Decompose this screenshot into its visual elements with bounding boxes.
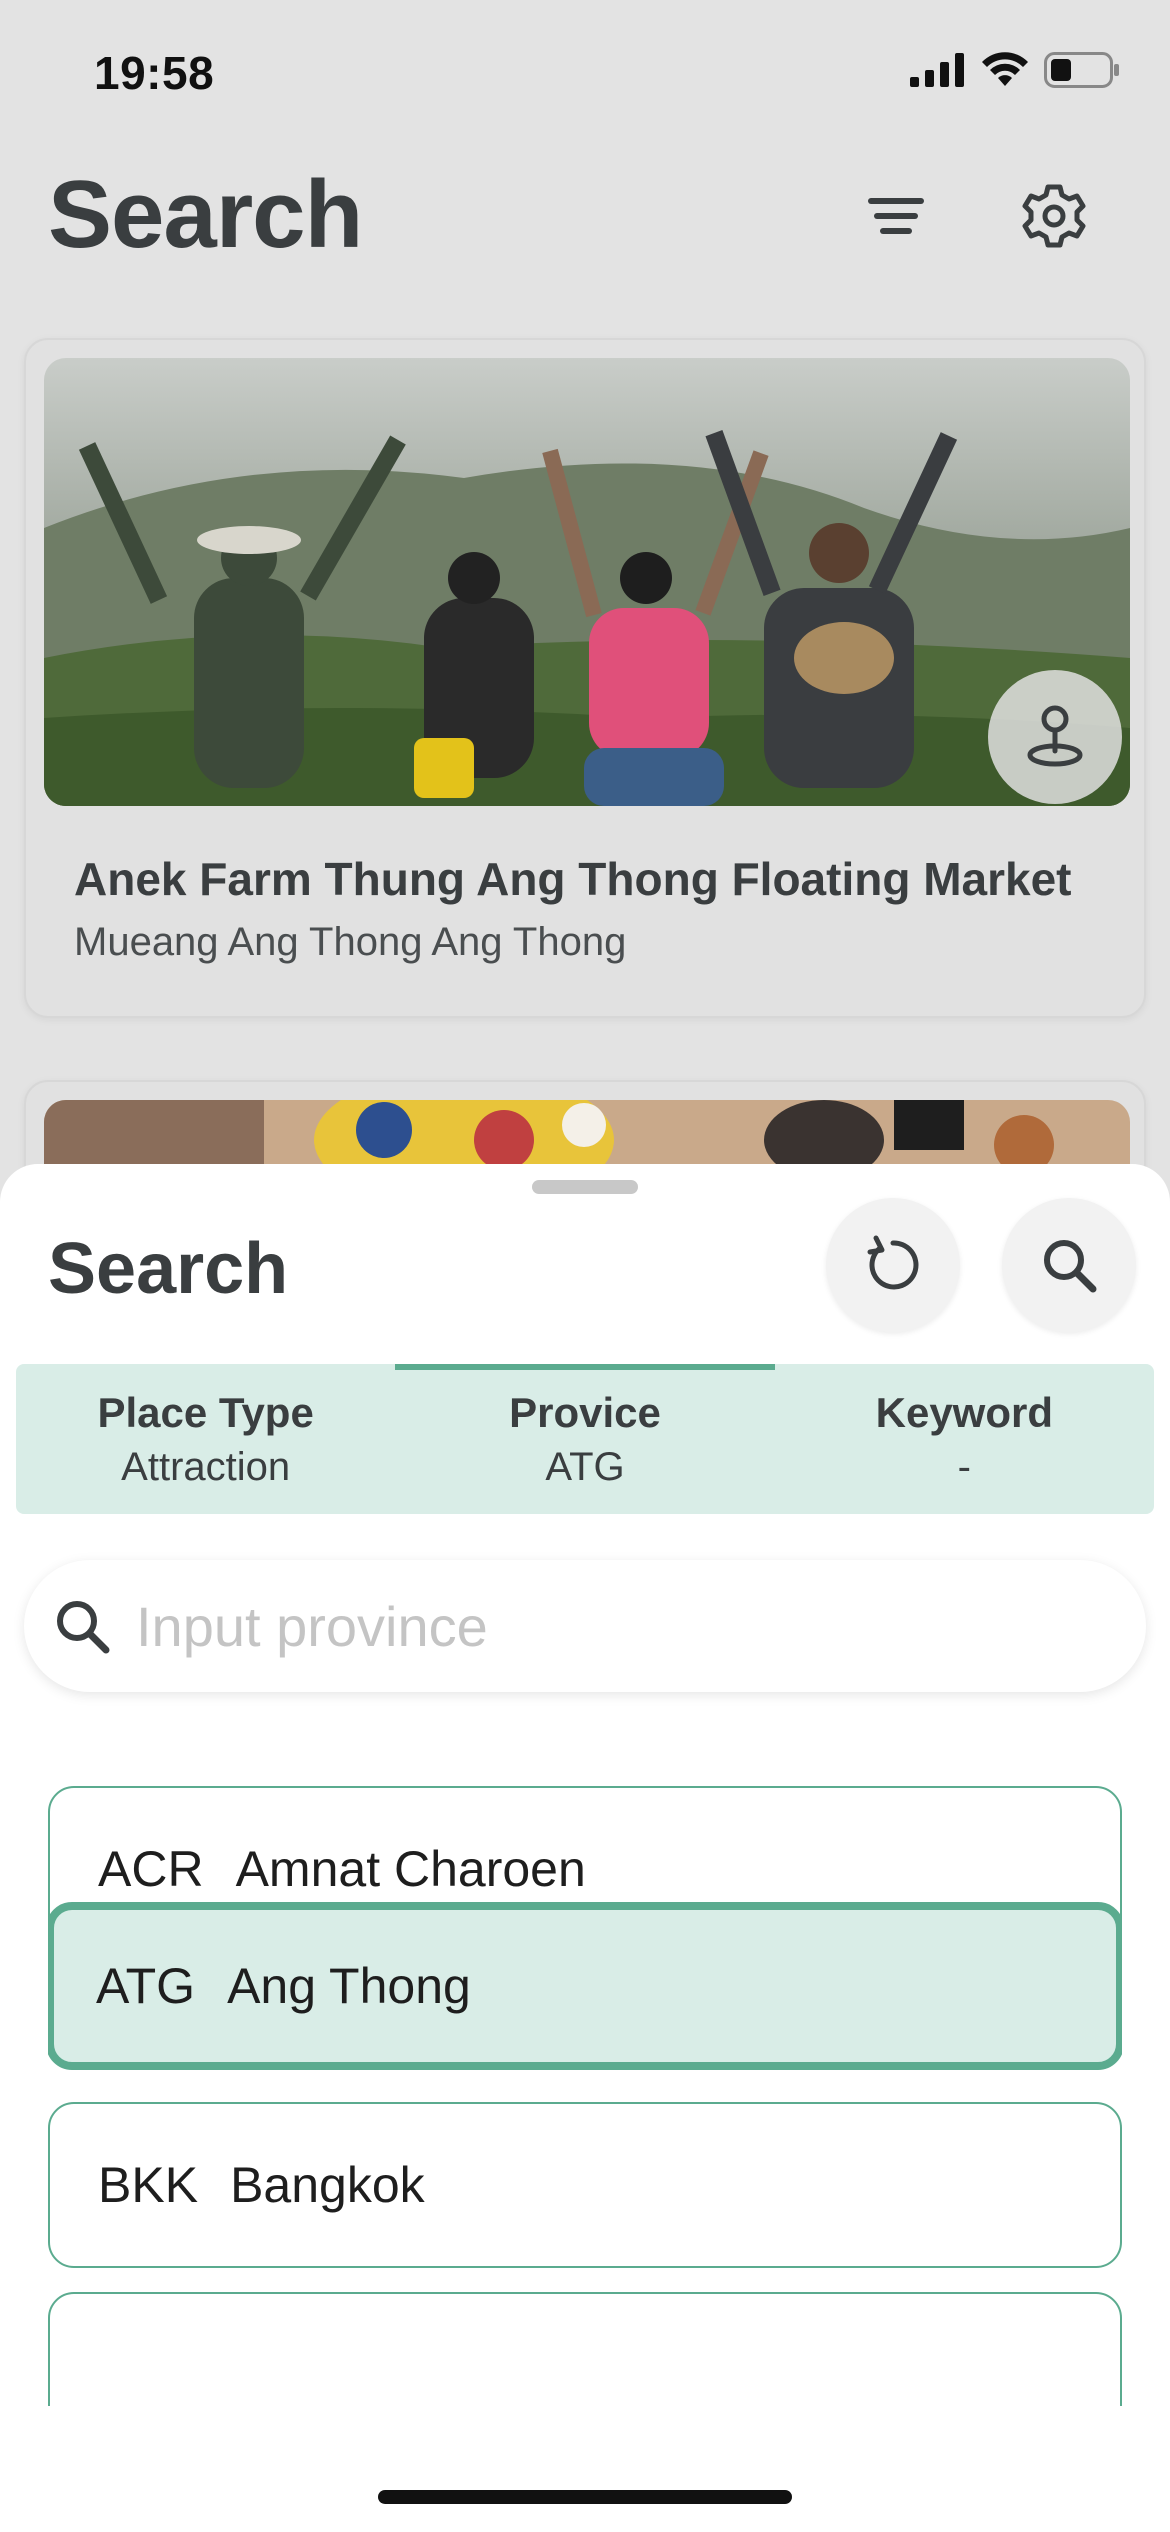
search-icon [1044,1240,1097,1293]
tab-label: Provice [509,1388,661,1436]
tab-value: ATG [545,1444,625,1489]
province-name: Bangkok [230,2157,425,2213]
place-card[interactable]: Anek Farm Thung Ang Thong Floating Marke… [24,338,1146,1018]
gear-icon [1022,184,1086,248]
tab-province[interactable]: Provice ATG [395,1364,775,1514]
place-photo [44,358,1130,806]
tab-place-type[interactable]: Place Type Attraction [16,1364,395,1514]
search-sheet: Search Place Type Attraction Provice ATG… [0,1164,1170,2532]
sheet-grabber[interactable] [532,1180,638,1194]
tab-keyword[interactable]: Keyword - [775,1364,1154,1514]
tab-value: - [957,1444,971,1489]
province-search-input[interactable] [136,1593,1036,1659]
sheet-title: Search [48,1229,289,1309]
province-item-selected[interactable]: ATG Ang Thong [48,1902,1122,2070]
wifi-icon [982,52,1028,86]
province-code: ATG [96,1958,196,2014]
status-icons [910,52,1120,88]
province-code: ACR [98,1841,204,1897]
province-item[interactable]: BKK Bangkok [48,2102,1122,2268]
status-time: 19:58 [94,47,215,99]
battery-icon [1044,52,1119,88]
province-list: ACR Amnat Charoen ATG Ang Thong BKK Bang… [48,1786,1122,2406]
place-location: Mueang Ang Thong Ang Thong [74,920,627,964]
settings-button[interactable] [1014,176,1094,256]
status-bar: 19:58 [0,0,1170,140]
filter-tabs: Place Type Attraction Provice ATG Keywor… [16,1364,1154,1514]
province-name: Ang Thong [227,1958,471,2014]
search-icon [52,1596,112,1656]
province-search [24,1560,1146,1692]
province-item[interactable] [48,2292,1122,2406]
map-pin-button[interactable] [988,670,1122,804]
filter-icon [868,198,924,234]
place-title: Anek Farm Thung Ang Thong Floating Marke… [74,853,1072,905]
map-pin-icon [1027,705,1083,767]
reset-icon [867,1235,919,1290]
page-header: Search [0,140,1170,290]
search-button[interactable] [1002,1198,1136,1332]
province-name: Amnat Charoen [235,1841,586,1897]
filter-button[interactable] [856,176,936,256]
home-indicator[interactable] [378,2490,792,2504]
signal-icon [910,53,964,87]
reset-button[interactable] [826,1198,960,1332]
province-code: BKK [98,2157,199,2213]
tab-value: Attraction [121,1444,291,1489]
page-title: Search [48,161,363,268]
tab-label: Place Type [97,1388,314,1436]
tab-label: Keyword [875,1388,1053,1436]
